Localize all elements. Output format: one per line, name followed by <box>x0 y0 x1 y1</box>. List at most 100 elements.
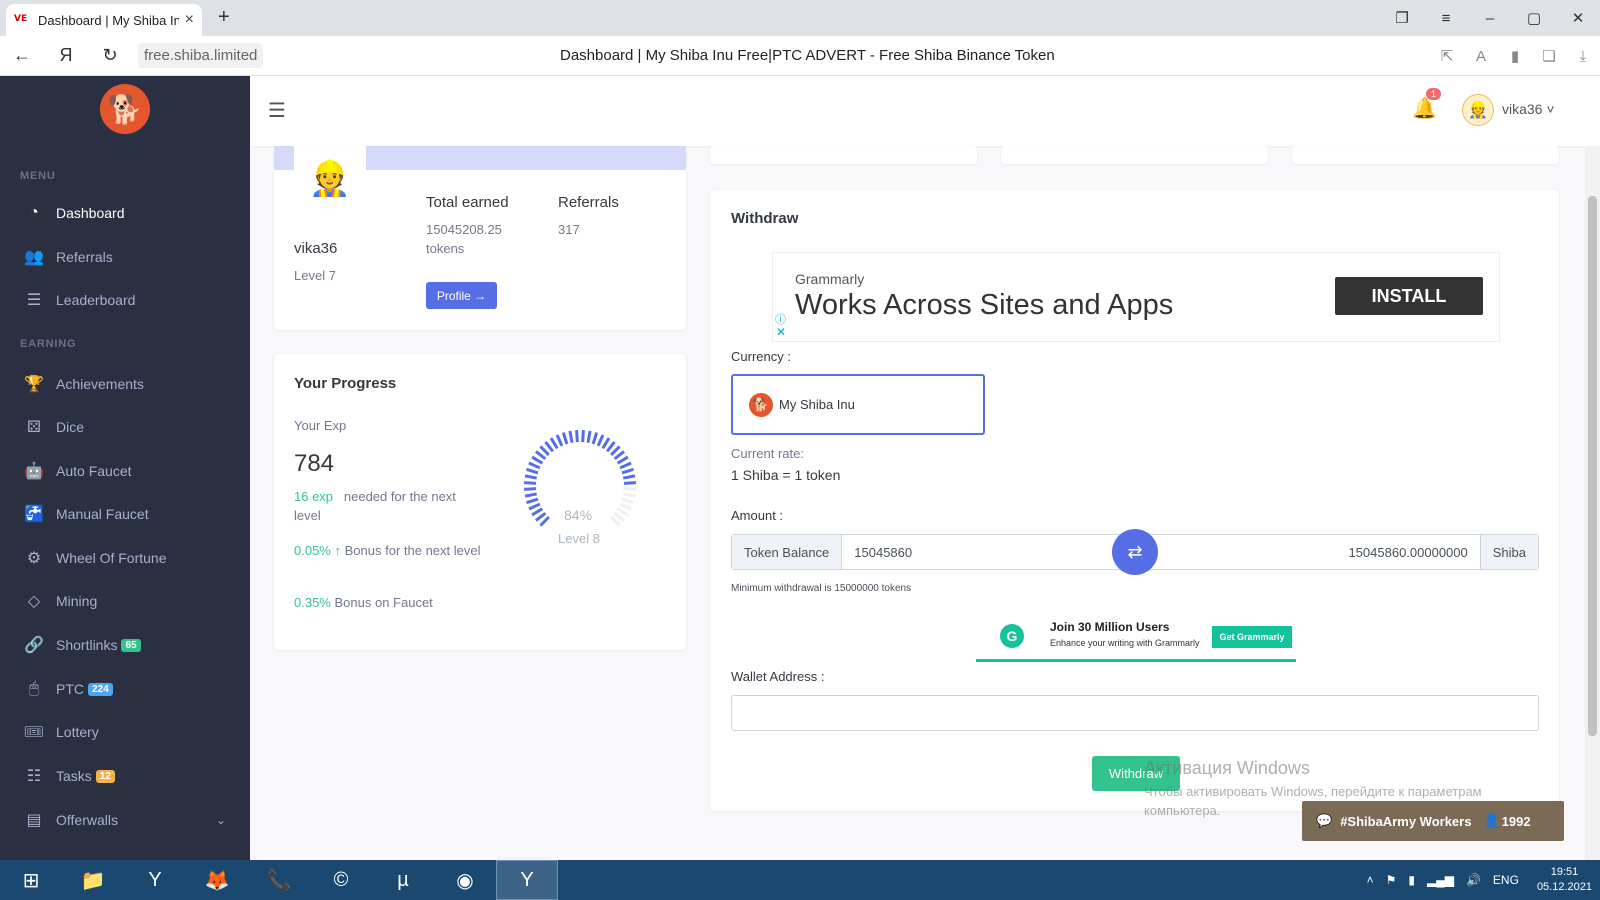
chat-icon: 💬 <box>1316 813 1333 828</box>
gauge-tick <box>555 434 564 447</box>
browser-tab[interactable]: VE Dashboard | My Shiba Inu Free × <box>6 4 202 36</box>
sidebar-item-auto-faucet[interactable]: 🤖 Auto Faucet <box>22 456 232 486</box>
url-field[interactable]: free.shiba.limited <box>138 43 264 68</box>
gauge-tick <box>591 432 599 445</box>
utorrent-icon[interactable]: µ <box>372 860 434 900</box>
rate-value: 1 Shiba = 1 token <box>731 467 841 483</box>
chrome-icon[interactable]: ◉ <box>434 860 496 900</box>
gauge-tick <box>568 430 574 443</box>
volume-icon[interactable]: 🔊 <box>1466 873 1481 887</box>
ad-install-button[interactable]: INSTALL <box>1335 277 1483 315</box>
bookmarks-icon[interactable]: ❐ <box>1380 9 1424 27</box>
sidebar-item-lottery[interactable]: 🎟 Lottery <box>22 717 232 747</box>
start-icon[interactable]: ⊞ <box>0 860 62 900</box>
gauge-tick <box>610 516 621 527</box>
sidebar-item-achievements[interactable]: 🏆 Achievements <box>22 369 232 399</box>
battery-icon[interactable]: ▮ <box>1408 873 1415 887</box>
rate-label: Current rate: <box>731 446 804 461</box>
yandex-browser-icon[interactable]: Y <box>496 860 558 900</box>
viber-icon[interactable]: 📞 <box>248 860 310 900</box>
shiba-amount-input[interactable]: 15045860.00000000 <box>1161 535 1480 569</box>
profile-button[interactable]: Profile → <box>426 282 497 309</box>
shiba-logo[interactable]: 🐕 <box>100 84 150 134</box>
grammarly-small-ad[interactable]: G Join 30 Million Users Enhance your wri… <box>976 612 1296 662</box>
sidebar-item-label: Mining <box>56 593 98 609</box>
minimize-icon[interactable]: – <box>1468 10 1512 27</box>
share-icon[interactable]: ⇱ <box>1430 47 1464 65</box>
hamburger-menu-icon[interactable]: ☰ <box>268 98 286 123</box>
firefox-icon[interactable]: 🦊 <box>186 860 248 900</box>
gauge-tick <box>586 430 592 443</box>
new-tab-icon[interactable]: + <box>218 6 230 29</box>
tab-title: Dashboard | My Shiba Inu Free <box>38 12 179 28</box>
yandex-browser-lite-icon[interactable]: Y <box>124 860 186 900</box>
ad-close-icon[interactable]: ✕ <box>776 325 786 339</box>
sidebar-item-mining[interactable]: ◇ Mining <box>22 586 232 616</box>
users-icon: 👥 <box>24 249 44 266</box>
flag-icon[interactable]: ⚑ <box>1386 873 1397 887</box>
restore-icon[interactable]: ▢ <box>1512 9 1556 27</box>
file-explorer-icon[interactable]: 📁 <box>62 860 124 900</box>
swap-icon[interactable]: ⇄ <box>1112 529 1158 575</box>
tray-arrow-icon[interactable]: ˄ <box>1367 873 1374 887</box>
wallet-address-input[interactable] <box>731 695 1539 731</box>
windows-taskbar: ⊞ 📁 Y 🦊 📞 © µ ◉ Y ˄ ⚑ ▮ ▂▄▆ 🔊 ENG 19:51 … <box>0 860 1600 900</box>
ad2-button[interactable]: Get Grammarly <box>1212 626 1292 648</box>
language-indicator[interactable]: ENG <box>1493 873 1519 887</box>
gauge-tick <box>619 461 632 470</box>
sidebar-item-ptc[interactable]: 🖱 PTC 224 <box>22 674 232 704</box>
sidebar-item-leaderboard[interactable]: ☰ Leaderboard <box>22 285 232 315</box>
sidebar-item-label: Shortlinks <box>56 637 118 653</box>
wallet-label: Wallet Address : <box>731 669 825 684</box>
page-title: Dashboard | My Shiba Inu Free|PTC ADVERT… <box>560 47 1055 64</box>
sidebar-item-wheel-of-fortune[interactable]: ⚙ Wheel Of Fortune <box>22 543 232 573</box>
diamond-icon: ◇ <box>27 593 41 610</box>
gauge-tick <box>539 516 550 527</box>
sidebar-item-manual-faucet[interactable]: 🚰 Manual Faucet <box>22 499 232 529</box>
scroll-thumb[interactable] <box>1588 196 1597 736</box>
gauge-tick <box>623 492 636 498</box>
menu-icon[interactable]: ≡ <box>1424 10 1468 27</box>
close-tab-icon[interactable]: × <box>185 11 194 29</box>
sidebar-item-dice[interactable]: ⚄ Dice <box>22 412 232 442</box>
reload-icon[interactable]: ↻ <box>88 45 132 66</box>
gauge-tick <box>613 450 626 461</box>
stat-card-3 <box>1292 146 1559 164</box>
yandex-icon[interactable]: Я <box>44 45 88 66</box>
back-icon[interactable]: ← <box>0 45 44 66</box>
profile-username: vika36 <box>294 240 338 257</box>
sidebar-item-label: Lottery <box>56 724 99 740</box>
menu-section-title: MENU <box>20 170 56 182</box>
sidebar-item-offerwalls[interactable]: ▤ Offerwalls ⌄ <box>22 805 232 835</box>
sidebar-item-dashboard[interactable]: ◔ Dashboard <box>22 198 232 228</box>
user-menu[interactable]: vika36 ˅ <box>1502 101 1555 117</box>
sidebar-item-label: Referrals <box>56 249 113 265</box>
bookmark-icon[interactable]: ▮ <box>1498 47 1532 65</box>
ad2-title: Join 30 Million Users <box>1050 620 1170 634</box>
collections-icon[interactable]: ❏ <box>1532 47 1566 65</box>
close-window-icon[interactable]: ✕ <box>1556 9 1600 27</box>
browser-tab-bar: VE Dashboard | My Shiba Inu Free × + ❐ ≡… <box>0 0 1600 36</box>
currency-label: Currency : <box>731 349 791 364</box>
clock[interactable]: 19:51 05.12.2021 <box>1537 865 1592 895</box>
translate-icon[interactable]: A <box>1464 48 1498 65</box>
network-icon[interactable]: ▂▄▆ <box>1427 873 1454 887</box>
gauge-tick <box>616 507 629 517</box>
user-count-icon: 👤 <box>1483 813 1500 828</box>
currency-select[interactable]: 🐕 My Shiba Inu <box>731 374 985 435</box>
sidebar-item-referrals[interactable]: 👥 Referrals <box>22 242 232 272</box>
grammarly-ad-banner[interactable]: Grammarly Works Across Sites and Apps IN… <box>772 252 1500 342</box>
referrals-value: 317 <box>558 222 580 237</box>
total-earned-value: 15045208.25 <box>426 222 502 237</box>
download-icon[interactable]: ⤓ <box>1566 48 1600 65</box>
mouse-icon: 🖱 <box>29 680 39 697</box>
gauge-tick <box>621 497 634 505</box>
shiba-army-widget[interactable]: 💬 #ShibaArmy Workers 👤 1992 <box>1302 801 1564 841</box>
user-avatar[interactable]: 👷 <box>1462 94 1494 126</box>
sidebar-item-tasks[interactable]: ☷ Tasks 12 <box>22 761 232 791</box>
sidebar-item-shortlinks[interactable]: 🔗 Shortlinks 65 <box>22 630 232 660</box>
page-scrollbar[interactable] <box>1585 146 1600 860</box>
sidebar: 🐕 MENU ◔ Dashboard 👥 Referrals ☰ Leaderboard 🏆… <box>0 76 250 860</box>
earning-section-title: EARNING <box>20 338 77 350</box>
ccleaner-icon[interactable]: © <box>310 860 372 900</box>
